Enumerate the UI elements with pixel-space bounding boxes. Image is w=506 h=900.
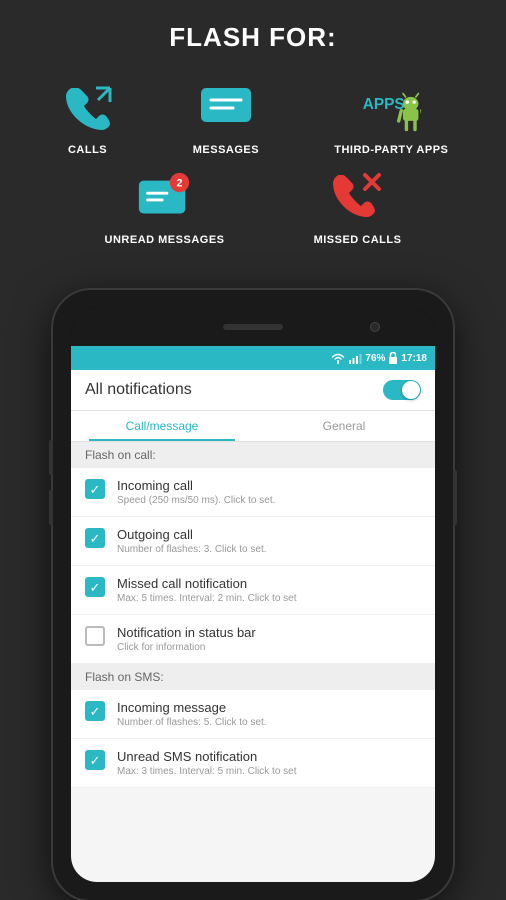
calls-label: CALLS xyxy=(68,144,107,156)
outgoing-call-text: Outgoing call Number of flashes: 3. Clic… xyxy=(117,527,421,555)
incoming-message-title: Incoming message xyxy=(117,700,421,715)
missed-calls-label: MISSED CALLS xyxy=(314,234,402,246)
app-header: All notifications xyxy=(71,370,435,411)
unread-label: UNREAD MESSAGES xyxy=(105,234,225,246)
battery-level: 76% xyxy=(365,353,385,364)
time-display: 17:18 xyxy=(401,353,427,364)
unread-sms-item[interactable]: ✓ Unread SMS notification Max: 3 times. … xyxy=(71,739,435,788)
features-top-row: CALLS MESSAGES APPS xyxy=(0,71,506,166)
notification-status-bar-title: Notification in status bar xyxy=(117,625,421,640)
missed-call-notification-item[interactable]: ✓ Missed call notification Max: 5 times.… xyxy=(71,566,435,615)
incoming-call-text: Incoming call Speed (250 ms/50 ms). Clic… xyxy=(117,478,421,506)
phone-screen: 76% 17:18 All notifications xyxy=(71,308,435,882)
page-header: FLASH FOR: xyxy=(0,0,506,71)
incoming-message-checkbox[interactable]: ✓ xyxy=(85,701,105,721)
status-bar: 76% 17:18 xyxy=(71,346,435,370)
incoming-message-item[interactable]: ✓ Incoming message Number of flashes: 5.… xyxy=(71,690,435,739)
incoming-message-subtitle: Number of flashes: 5. Click to set. xyxy=(117,717,421,728)
unread-sms-subtitle: Max: 3 times. Interval: 5 min. Click to … xyxy=(117,766,421,777)
apps-icon: APPS xyxy=(361,81,421,136)
feature-messages[interactable]: MESSAGES xyxy=(193,81,259,156)
power-button xyxy=(453,470,457,525)
all-notifications-toggle[interactable] xyxy=(383,380,421,400)
status-icons: 76% 17:18 xyxy=(331,352,427,364)
app-title: All notifications xyxy=(85,381,192,409)
notification-status-bar-item[interactable]: Notification in status bar Click for inf… xyxy=(71,615,435,664)
outgoing-call-title: Outgoing call xyxy=(117,527,421,542)
tabs-bar: Call/message General xyxy=(71,411,435,442)
flash-on-sms-header: Flash on SMS: xyxy=(71,664,435,690)
toggle-knob xyxy=(402,381,420,399)
apps-label: THIRD-PARTY APPS xyxy=(334,144,448,156)
incoming-message-text: Incoming message Number of flashes: 5. C… xyxy=(117,700,421,728)
tab-call-message[interactable]: Call/message xyxy=(71,411,253,441)
page-title: FLASH FOR: xyxy=(169,22,336,52)
incoming-call-title: Incoming call xyxy=(117,478,421,493)
feature-apps[interactable]: APPS THIRD-PARTY APPS xyxy=(334,81,448,156)
calls-icon xyxy=(58,81,118,136)
outgoing-call-item[interactable]: ✓ Outgoing call Number of flashes: 3. Cl… xyxy=(71,517,435,566)
unread-sms-title: Unread SMS notification xyxy=(117,749,421,764)
features-bottom-row: 2 UNREAD MESSAGES MISSED CALLS xyxy=(0,166,506,261)
incoming-call-item[interactable]: ✓ Incoming call Speed (250 ms/50 ms). Cl… xyxy=(71,468,435,517)
unread-sms-checkbox[interactable]: ✓ xyxy=(85,750,105,770)
flash-on-call-header: Flash on call: xyxy=(71,442,435,468)
notification-status-bar-text: Notification in status bar Click for inf… xyxy=(117,625,421,653)
tab-general[interactable]: General xyxy=(253,411,435,441)
feature-calls[interactable]: CALLS xyxy=(58,81,118,156)
outgoing-call-checkbox[interactable]: ✓ xyxy=(85,528,105,548)
phone-mockup: 76% 17:18 All notifications xyxy=(53,290,453,900)
missed-call-checkbox[interactable]: ✓ xyxy=(85,577,105,597)
svg-text:2: 2 xyxy=(176,177,182,189)
incoming-call-subtitle: Speed (250 ms/50 ms). Click to set. xyxy=(117,495,421,506)
messages-icon xyxy=(196,81,256,136)
phone-body: 76% 17:18 All notifications xyxy=(53,290,453,900)
notification-status-bar-subtitle: Click for information xyxy=(117,642,421,653)
screen-content: 76% 17:18 All notifications xyxy=(71,346,435,882)
unread-messages-icon: 2 xyxy=(135,171,195,226)
missed-calls-icon xyxy=(328,171,388,226)
notification-status-bar-checkbox[interactable] xyxy=(85,626,105,646)
outgoing-call-subtitle: Number of flashes: 3. Click to set. xyxy=(117,544,421,555)
speaker-grille xyxy=(223,324,283,330)
feature-missed-calls[interactable]: MISSED CALLS xyxy=(314,171,402,246)
front-camera xyxy=(370,322,380,332)
messages-label: MESSAGES xyxy=(193,144,259,156)
volume-up-button xyxy=(49,440,53,475)
missed-call-text: Missed call notification Max: 5 times. I… xyxy=(117,576,421,604)
phone-top-bezel xyxy=(71,308,435,346)
svg-text:APPS: APPS xyxy=(363,96,405,113)
incoming-call-checkbox[interactable]: ✓ xyxy=(85,479,105,499)
feature-unread[interactable]: 2 UNREAD MESSAGES xyxy=(105,171,225,246)
missed-call-title: Missed call notification xyxy=(117,576,421,591)
volume-down-button xyxy=(49,490,53,525)
missed-call-subtitle: Max: 5 times. Interval: 2 min. Click to … xyxy=(117,593,421,604)
unread-sms-text: Unread SMS notification Max: 3 times. In… xyxy=(117,749,421,777)
